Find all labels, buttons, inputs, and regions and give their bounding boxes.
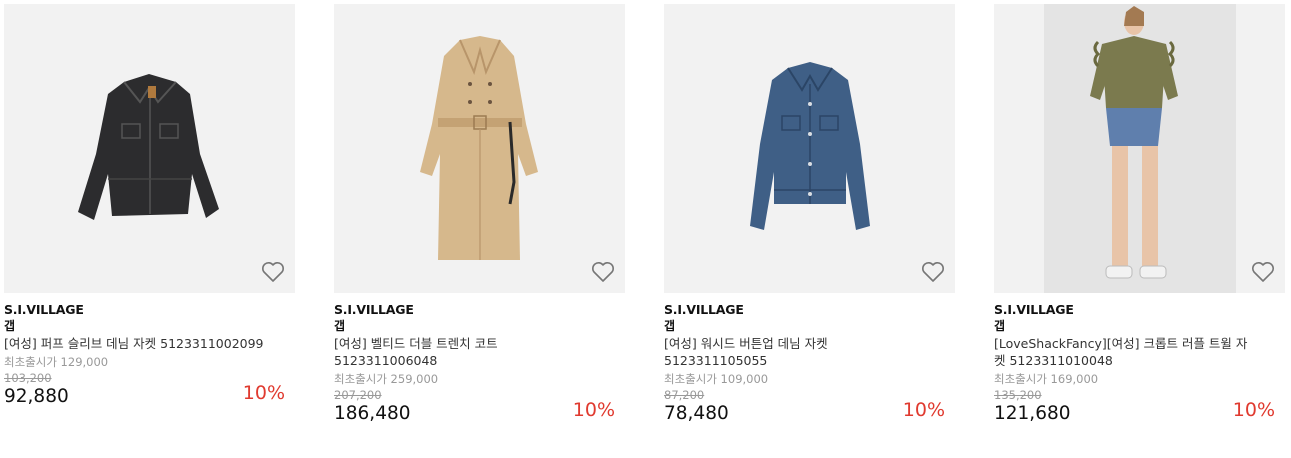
product-card[interactable]: S.I.VILLAGE 갭 [여성] 퍼프 슬리브 데님 자켓 51233110… — [4, 4, 295, 409]
discount-rate: 10% — [572, 399, 615, 421]
heart-outline-icon[interactable] — [591, 261, 615, 283]
original-price-label: 최초출시가 109,000 — [664, 372, 769, 386]
sale-price: 121,680 — [994, 403, 1071, 424]
discount-rate: 10% — [242, 382, 285, 404]
discount-rate: 10% — [1232, 399, 1275, 421]
sub-brand: 갭 — [994, 319, 1006, 333]
sale-price: 92,880 — [4, 386, 69, 407]
product-name[interactable]: [여성] 워시드 버튼업 데님 자켓 5123311105055 — [664, 335, 924, 369]
price-row: 186,480 10% — [334, 399, 625, 426]
product-name[interactable]: [여성] 퍼프 슬리브 데님 자켓 5123311002099 — [4, 335, 264, 352]
brand-name[interactable]: S.I.VILLAGE — [994, 302, 1285, 318]
sale-price: 78,480 — [664, 403, 729, 424]
product-card[interactable]: S.I.VILLAGE 갭 [여성] 벨티드 더블 트렌치 코트 5123311… — [334, 4, 625, 426]
original-price-label: 최초출시가 169,000 — [994, 372, 1099, 386]
sub-brand: 갭 — [4, 319, 16, 333]
product-info: S.I.VILLAGE 갭 [여성] 퍼프 슬리브 데님 자켓 51233110… — [4, 293, 295, 409]
product-info: S.I.VILLAGE 갭 [여성] 벨티드 더블 트렌치 코트 5123311… — [334, 293, 625, 426]
heart-outline-icon[interactable] — [921, 261, 945, 283]
product-name[interactable]: [LoveShackFancy][여성] 크롭트 러플 트윌 자켓 512331… — [994, 335, 1254, 369]
product-image[interactable] — [994, 4, 1285, 293]
product-grid: S.I.VILLAGE 갭 [여성] 퍼프 슬리브 데님 자켓 51233110… — [0, 0, 1291, 458]
brand-name[interactable]: S.I.VILLAGE — [334, 302, 625, 318]
heart-outline-icon[interactable] — [1251, 261, 1275, 283]
sub-brand: 갭 — [664, 319, 676, 333]
blue-denim-jacket-image — [750, 62, 870, 230]
product-image[interactable] — [664, 4, 955, 293]
product-card[interactable]: S.I.VILLAGE 갭 [여성] 워시드 버튼업 데님 자켓 5123311… — [664, 4, 955, 426]
sub-brand: 갭 — [334, 319, 346, 333]
sale-price: 186,480 — [334, 403, 411, 424]
original-price-label: 최초출시가 259,000 — [334, 372, 439, 386]
original-price-label: 최초출시가 129,000 — [4, 355, 109, 369]
price-row: 92,880 10% — [4, 382, 295, 409]
product-image[interactable] — [334, 4, 625, 293]
black-denim-jacket-image — [78, 74, 219, 220]
discount-rate: 10% — [902, 399, 945, 421]
beige-trench-coat-image — [420, 36, 538, 260]
product-info: S.I.VILLAGE 갭 [여성] 워시드 버튼업 데님 자켓 5123311… — [664, 293, 955, 426]
price-row: 121,680 10% — [994, 399, 1285, 426]
product-name[interactable]: [여성] 벨티드 더블 트렌치 코트 5123311006048 — [334, 335, 594, 369]
brand-name[interactable]: S.I.VILLAGE — [664, 302, 955, 318]
model-olive-ruffle-jacket-image — [1044, 4, 1236, 293]
product-card[interactable]: S.I.VILLAGE 갭 [LoveShackFancy][여성] 크롭트 러… — [994, 4, 1285, 426]
product-image[interactable] — [4, 4, 295, 293]
price-row: 78,480 10% — [664, 399, 955, 426]
product-info: S.I.VILLAGE 갭 [LoveShackFancy][여성] 크롭트 러… — [994, 293, 1285, 426]
brand-name[interactable]: S.I.VILLAGE — [4, 302, 295, 318]
heart-outline-icon[interactable] — [261, 261, 285, 283]
